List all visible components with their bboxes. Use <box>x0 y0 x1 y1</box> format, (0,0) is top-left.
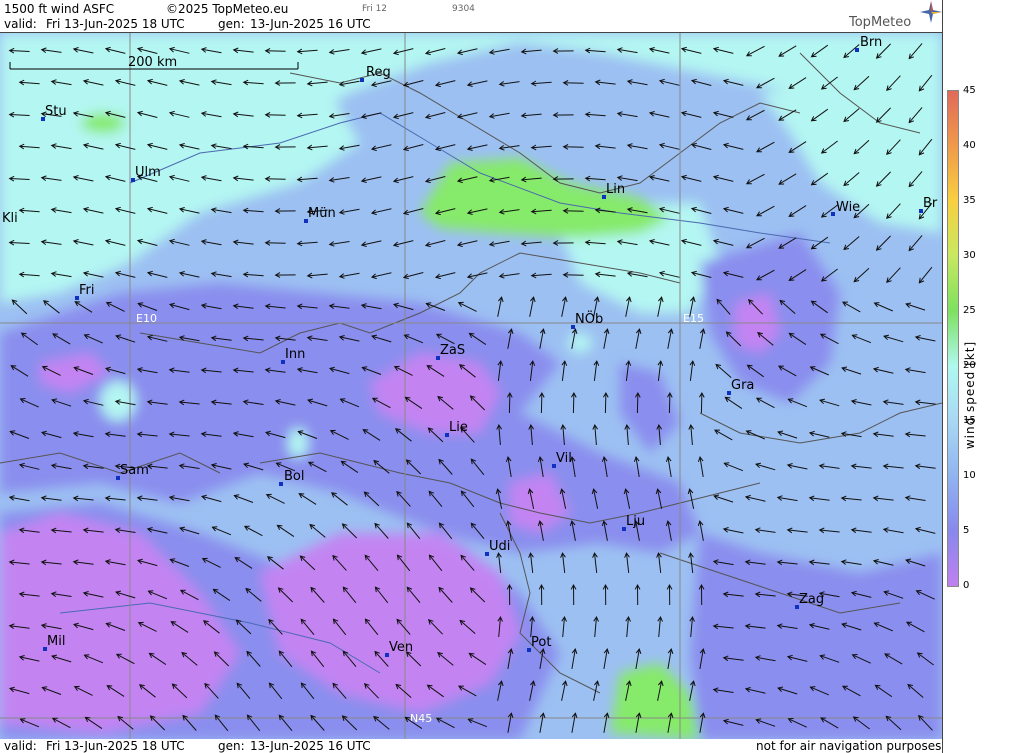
legend-tick: 30 <box>963 250 976 261</box>
legend-tick: 10 <box>963 470 976 481</box>
scale-label: 200 km <box>128 55 177 70</box>
city-label: Bol <box>284 469 304 484</box>
city-label: Reg <box>366 65 391 80</box>
city-label: Vil <box>556 451 572 466</box>
legend-tick: 0 <box>963 580 970 591</box>
city-marker <box>855 48 859 52</box>
footer-gen-time: 13-Jun-2025 16 UTC <box>250 739 371 753</box>
city-label: Ven <box>389 640 413 655</box>
city-label: Fri <box>79 283 95 298</box>
city-label: Gra <box>731 378 754 393</box>
city-label: Br <box>923 196 938 211</box>
city-label: NÖb <box>575 310 603 327</box>
city-marker <box>279 482 283 486</box>
city-label: Wie <box>836 200 860 215</box>
footer-bar: valid: Fri 13-Jun-2025 18 UTC gen: 13-Ju… <box>0 739 942 753</box>
city-label: Lie <box>449 420 468 435</box>
city-label: Zag <box>799 592 824 607</box>
legend-title: wind speed [kt] <box>963 340 977 450</box>
city-label: Ulm <box>135 165 161 180</box>
grid-label-e10: E10 <box>136 312 157 325</box>
city-label: Brn <box>860 35 882 50</box>
valid-label: valid: <box>4 17 37 31</box>
color-legend: 45 40 35 30 25 20 15 10 5 0 <box>942 0 1034 753</box>
grid-label-e15: E15 <box>683 312 704 325</box>
city-label: ZaS <box>440 343 465 358</box>
legend-tick: 35 <box>963 195 976 206</box>
city-label: Sam <box>120 463 149 478</box>
city-label: Stu <box>45 104 67 119</box>
gen-label: gen: <box>218 17 245 31</box>
logo-text: TopMeteo <box>849 15 912 30</box>
city-marker <box>360 78 364 82</box>
city-label: Mil <box>47 634 65 649</box>
city-label: Udi <box>489 539 510 554</box>
city-label: Inn <box>285 347 305 362</box>
legend-tick: 40 <box>963 140 976 151</box>
city-label: Lju <box>626 514 645 529</box>
city-label: Mün <box>308 206 336 221</box>
compass-star-icon <box>920 1 942 26</box>
map-canvas: E10 E15 N45 200 km BrnRegStuUlmKliLinWie… <box>0 33 942 740</box>
valid-time: Fri 13-Jun-2025 18 UTC <box>46 17 185 31</box>
city-label: Pot <box>531 635 551 650</box>
footer-valid-time: Fri 13-Jun-2025 18 UTC <box>46 739 185 753</box>
legend-colorbar <box>947 90 959 587</box>
footer-valid-label: valid: <box>4 739 37 753</box>
wind-map[interactable]: E10 E15 N45 200 km Brn Reg Stu Ulm Kli Lin Wie… <box>0 32 942 741</box>
product-title: 1500 ft wind ASFC <box>4 2 115 16</box>
header-bar: 1500 ft wind ASFC ©2025 TopMeteo.eu Fri … <box>0 0 942 32</box>
legend-tick: 45 <box>963 85 976 96</box>
footer-gen-label: gen: <box>218 739 245 753</box>
copyright: ©2025 TopMeteo.eu <box>166 2 289 16</box>
run-code: 9304 <box>452 4 475 14</box>
gen-time: 13-Jun-2025 16 UTC <box>250 17 371 31</box>
legend-tick: 5 <box>963 525 970 536</box>
day-code: Fri 12 <box>362 4 388 14</box>
city-marker <box>831 212 835 216</box>
city-label: Kli <box>2 211 18 226</box>
disclaimer: not for air navigation purposes <box>756 739 942 753</box>
city-label: Lin <box>606 182 625 197</box>
legend-tick: 25 <box>963 305 976 316</box>
